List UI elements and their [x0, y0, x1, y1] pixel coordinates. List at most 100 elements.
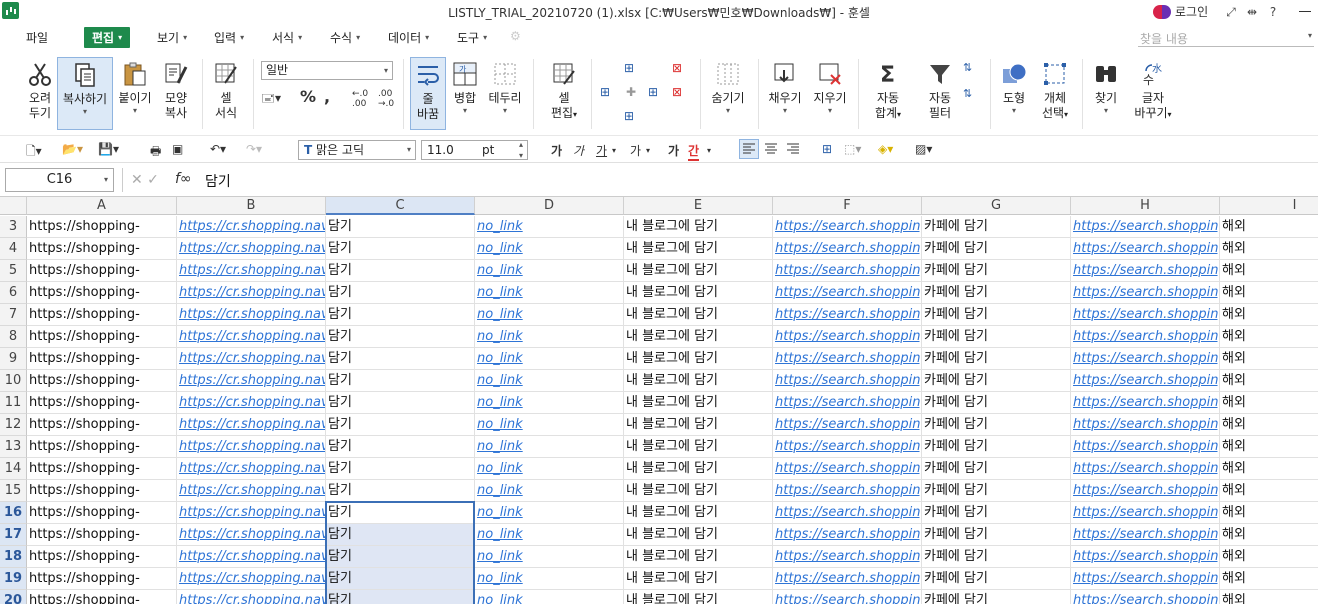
cell-f15[interactable]: https://search.shopping: [773, 480, 922, 502]
column-header-i[interactable]: I: [1220, 197, 1318, 215]
align-right-button[interactable]: [784, 140, 802, 158]
cell-i7[interactable]: 해외: [1220, 304, 1318, 326]
cell-h19[interactable]: https://search.shopping: [1071, 568, 1220, 590]
name-box[interactable]: C16 ▾: [5, 168, 114, 192]
cell-b3[interactable]: https://cr.shopping.nav: [177, 216, 326, 238]
cell-e13[interactable]: 내 블로그에 담기: [624, 436, 773, 458]
help-icon[interactable]: ?: [1264, 3, 1282, 21]
cell-i4[interactable]: 해외: [1220, 238, 1318, 260]
column-header-h[interactable]: H: [1071, 197, 1220, 215]
cell-h5[interactable]: https://search.shopping: [1071, 260, 1220, 282]
cell-b7[interactable]: https://cr.shopping.nav: [177, 304, 326, 326]
cell-g5[interactable]: 카페에 담기: [922, 260, 1071, 282]
fill-color-icon[interactable]: ◈▾: [878, 142, 893, 156]
cell-b5[interactable]: https://cr.shopping.nav: [177, 260, 326, 282]
cell-b11[interactable]: https://cr.shopping.nav: [177, 392, 326, 414]
split-view-icon[interactable]: ⇹: [1243, 3, 1261, 21]
cell-g4[interactable]: 카페에 담기: [922, 238, 1071, 260]
fullscreen-icon[interactable]: ⤢: [1222, 3, 1240, 21]
spreadsheet-grid[interactable]: A B C D E F G H I 3 https://shopping-https://cr.sh…: [0, 196, 1318, 604]
strikethrough-button[interactable]: 가: [630, 142, 641, 159]
cell-e8[interactable]: 내 블로그에 담기: [624, 326, 773, 348]
cell-f16[interactable]: https://search.shopping: [773, 502, 922, 524]
cell-c5[interactable]: 담기: [326, 260, 475, 282]
cell-d6[interactable]: no_link: [475, 282, 624, 304]
percent-icon[interactable]: %: [300, 87, 316, 106]
bold-button[interactable]: 가: [551, 142, 562, 159]
cell-f14[interactable]: https://search.shopping: [773, 458, 922, 480]
cell-d18[interactable]: no_link: [475, 546, 624, 568]
row-header-19[interactable]: 19: [0, 568, 27, 590]
cell-d13[interactable]: no_link: [475, 436, 624, 458]
row-header-16[interactable]: 16: [0, 502, 27, 524]
select-all-corner[interactable]: [0, 197, 27, 215]
cell-h4[interactable]: https://search.shopping: [1071, 238, 1220, 260]
cell-c15[interactable]: 담기: [326, 480, 475, 502]
cell-f17[interactable]: https://search.shopping: [773, 524, 922, 546]
cut-button[interactable]: 오려 두기: [22, 61, 58, 121]
cell-g20[interactable]: 카페에 담기: [922, 590, 1071, 604]
login-button[interactable]: 로그인: [1153, 3, 1208, 20]
sort-descending-icon[interactable]: ⇅: [963, 87, 972, 100]
cell-e20[interactable]: 내 블로그에 담기: [624, 590, 773, 604]
row-header-20[interactable]: 20: [0, 590, 27, 604]
cell-i9[interactable]: 해외: [1220, 348, 1318, 370]
cell-b12[interactable]: https://cr.shopping.nav: [177, 414, 326, 436]
cell-c13[interactable]: 담기: [326, 436, 475, 458]
row-header-4[interactable]: 4: [0, 238, 27, 260]
number-format-select[interactable]: 일반 ▾: [261, 61, 393, 80]
cell-c9[interactable]: 담기: [326, 348, 475, 370]
cell-h20[interactable]: https://search.shopping: [1071, 590, 1220, 604]
cell-g9[interactable]: 카페에 담기: [922, 348, 1071, 370]
cell-d11[interactable]: no_link: [475, 392, 624, 414]
cell-format-button[interactable]: 셀 서식: [208, 61, 244, 121]
shape-button[interactable]: 도형 ▾: [996, 61, 1032, 116]
cell-i14[interactable]: 해외: [1220, 458, 1318, 480]
cell-b18[interactable]: https://cr.shopping.nav: [177, 546, 326, 568]
row-header-9[interactable]: 9: [0, 348, 27, 370]
cell-a4[interactable]: https://shopping-: [27, 238, 177, 260]
menu-data[interactable]: 데이터 ▾: [388, 29, 429, 46]
cell-b6[interactable]: https://cr.shopping.nav: [177, 282, 326, 304]
menu-formula[interactable]: 수식 ▾: [330, 29, 360, 46]
cell-b20[interactable]: https://cr.shopping.nav: [177, 590, 326, 604]
cell-d20[interactable]: no_link: [475, 590, 624, 604]
cell-g17[interactable]: 카페에 담기: [922, 524, 1071, 546]
cell-g7[interactable]: 카페에 담기: [922, 304, 1071, 326]
cell-i3[interactable]: 해외: [1220, 216, 1318, 238]
merge-button[interactable]: 가 병합 ▾: [449, 61, 481, 116]
align-left-button[interactable]: [739, 139, 759, 159]
cell-d10[interactable]: no_link: [475, 370, 624, 392]
cell-a11[interactable]: https://shopping-: [27, 392, 177, 414]
row-header-12[interactable]: 12: [0, 414, 27, 436]
cell-e4[interactable]: 내 블로그에 담기: [624, 238, 773, 260]
cell-b9[interactable]: https://cr.shopping.nav: [177, 348, 326, 370]
column-header-d[interactable]: D: [475, 197, 624, 215]
font-color-button[interactable]: 간: [688, 142, 700, 161]
cell-e19[interactable]: 내 블로그에 담기: [624, 568, 773, 590]
column-header-c[interactable]: C: [326, 197, 475, 215]
cell-h15[interactable]: https://search.shopping: [1071, 480, 1220, 502]
cell-i15[interactable]: 해외: [1220, 480, 1318, 502]
row-header-11[interactable]: 11: [0, 392, 27, 414]
cell-c6[interactable]: 담기: [326, 282, 475, 304]
font-name-select[interactable]: T 맑은 고딕 ▾: [298, 140, 416, 160]
cell-i19[interactable]: 해외: [1220, 568, 1318, 590]
cell-h12[interactable]: https://search.shopping: [1071, 414, 1220, 436]
row-header-10[interactable]: 10: [0, 370, 27, 392]
cell-b10[interactable]: https://cr.shopping.nav: [177, 370, 326, 392]
cell-d4[interactable]: no_link: [475, 238, 624, 260]
cell-i10[interactable]: 해외: [1220, 370, 1318, 392]
cell-d19[interactable]: no_link: [475, 568, 624, 590]
formula-input[interactable]: 담기: [205, 171, 231, 191]
cell-c20[interactable]: 담기: [326, 590, 475, 604]
cell-d7[interactable]: no_link: [475, 304, 624, 326]
cell-a15[interactable]: https://shopping-: [27, 480, 177, 502]
cell-a12[interactable]: https://shopping-: [27, 414, 177, 436]
cell-c3[interactable]: 담기: [326, 216, 475, 238]
menu-edit[interactable]: 편집 ▾: [84, 27, 131, 48]
cell-g6[interactable]: 카페에 담기: [922, 282, 1071, 304]
cell-i17[interactable]: 해외: [1220, 524, 1318, 546]
cell-f7[interactable]: https://search.shopping: [773, 304, 922, 326]
currency-icon[interactable]: 🖃▾: [261, 89, 281, 110]
